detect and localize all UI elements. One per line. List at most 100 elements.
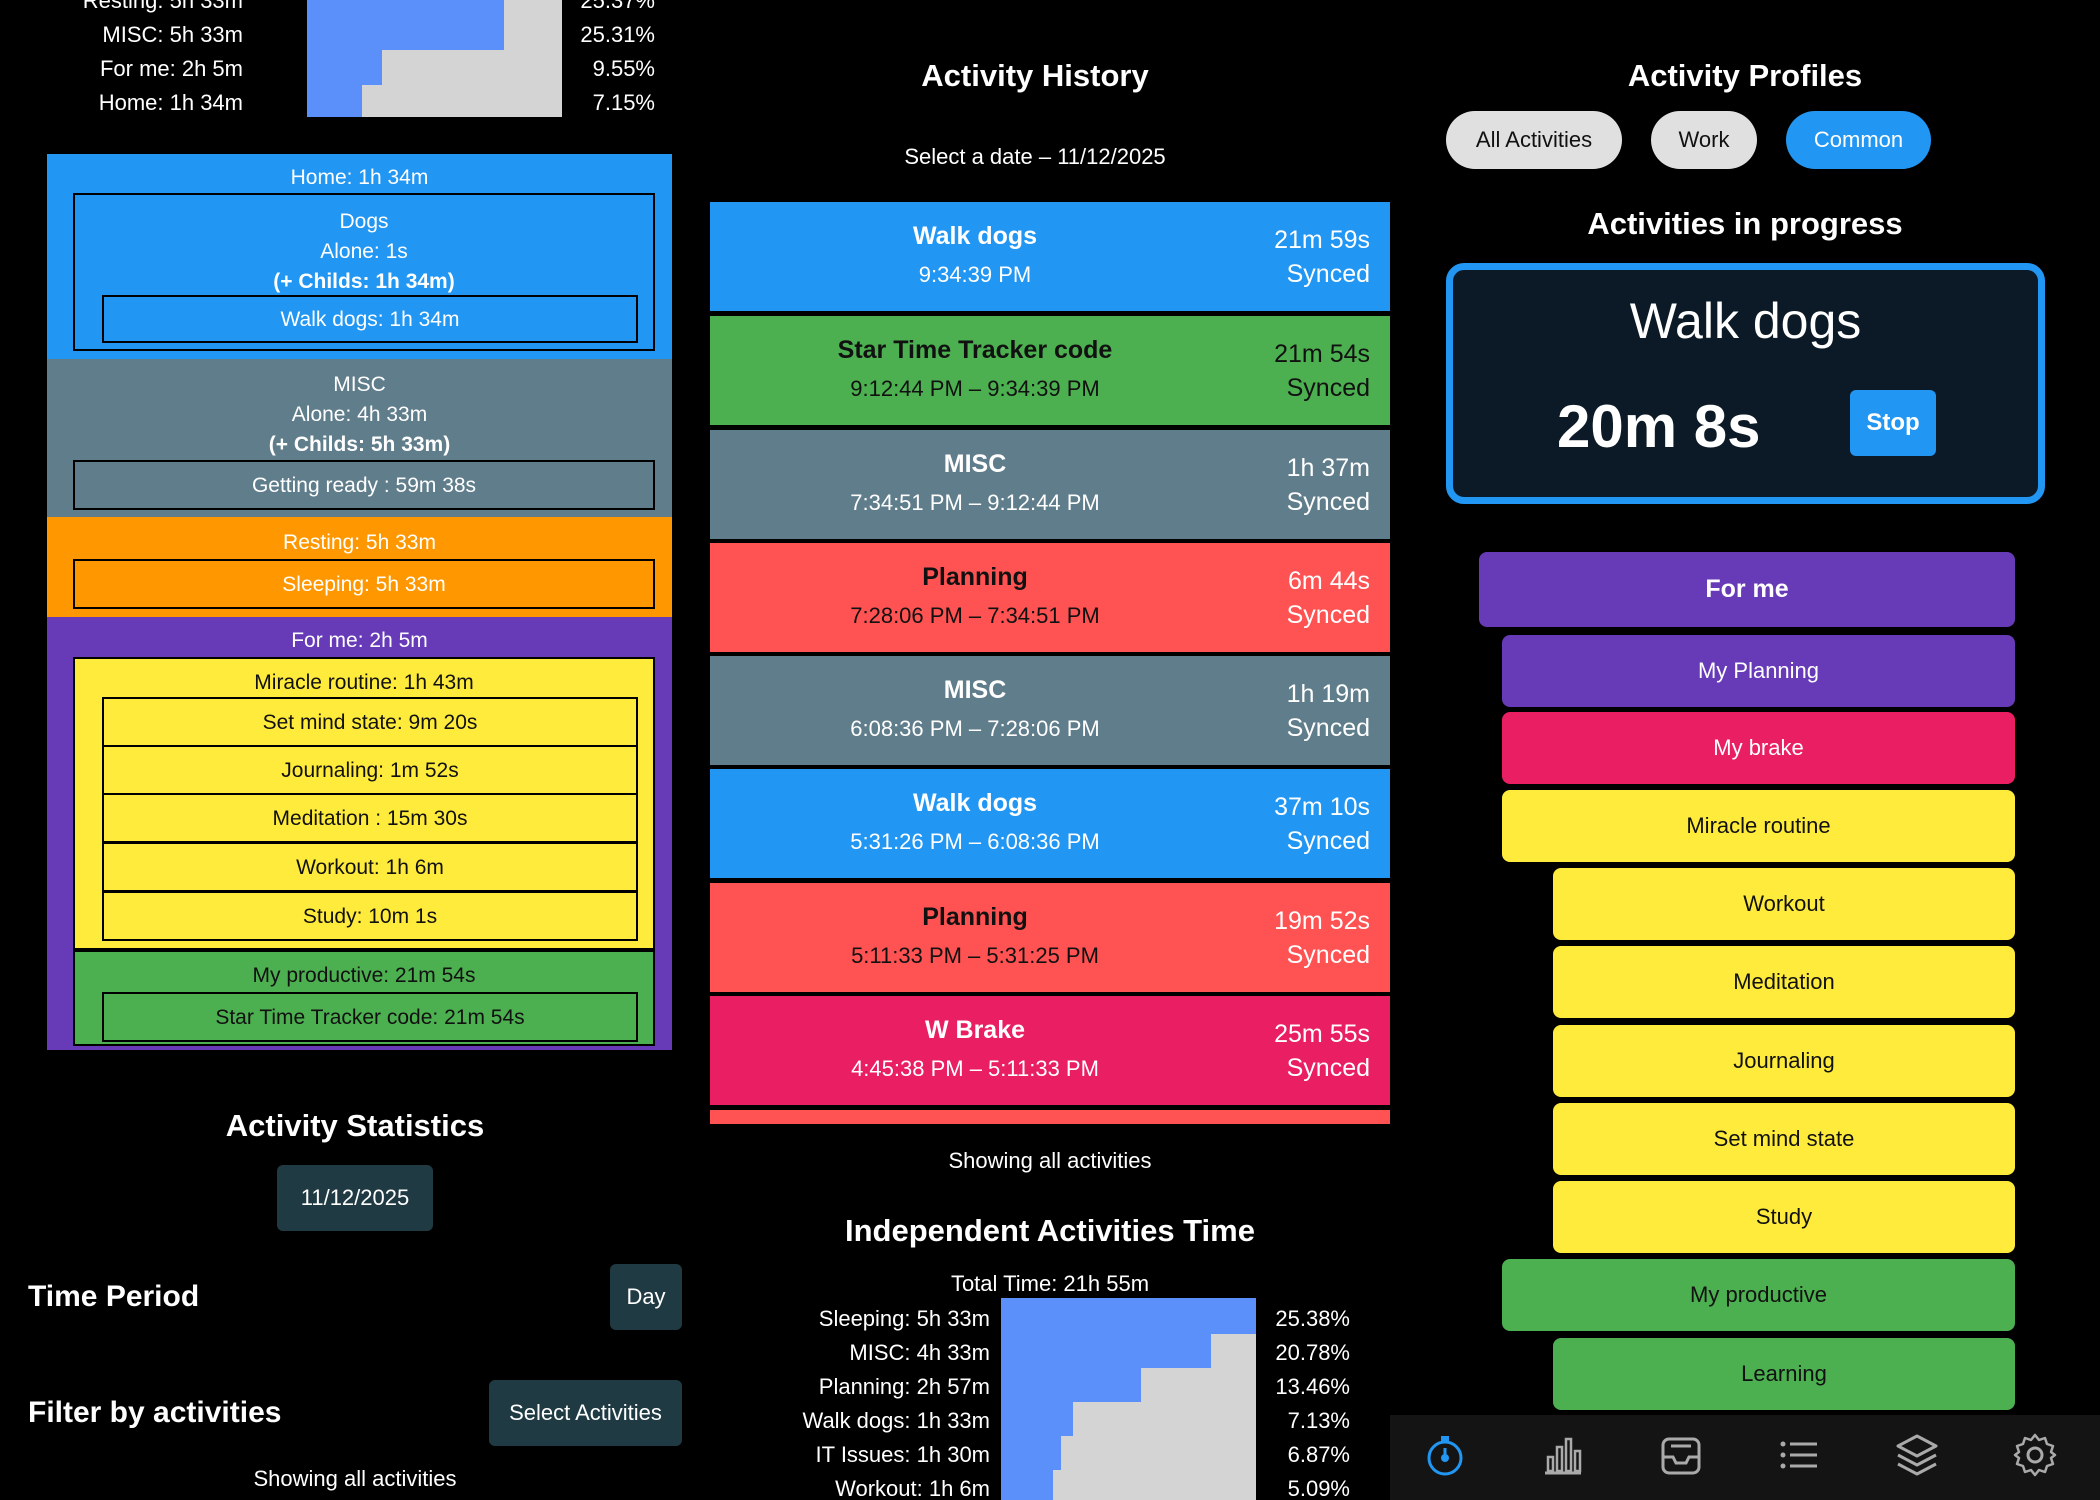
independent-stat-pct: 20.78% [1275,1340,1350,1365]
history-row[interactable]: Star Time Tracker code 9:12:44 PM – 9:34… [710,316,1390,428]
group-dogs-alone: Alone: 1s [320,240,408,263]
independent-stat-label: IT Issues: 1h 30m [815,1442,990,1467]
history-row[interactable]: MISC 7:34:51 PM – 9:12:44 PM 1h 37m Sync… [710,430,1390,542]
history-duration: 37m 10s [1274,793,1370,821]
history-time-range: 7:28:06 PM – 7:34:51 PM [850,603,1100,628]
group-forme[interactable]: For me: 2h 5m Miracle routine: 1h 43m Se… [47,617,672,1050]
history-sync-status: Synced [1286,488,1370,516]
independent-stat-pcts: 25.38% 20.78% 13.46% 7.13% 6.87% 5.09% [1270,1306,1350,1500]
independent-chart [1001,1298,1256,1500]
current-activity-card[interactable]: Walk dogs 20m 8s Stop [1446,263,2045,504]
activity-journaling[interactable]: Journaling [1553,1025,2015,1097]
group-home[interactable]: Home: 1h 34m Dogs Alone: 1s (+ Childs: 1… [47,154,672,359]
activity-workout[interactable]: Workout [1553,868,2015,940]
leaf-label: Journaling: 1m 52s [281,759,459,782]
bottom-nav [1390,1415,2100,1500]
leaf-label: Meditation : 15m 30s [272,807,468,830]
leaf-label: Workout: 1h 6m [296,856,444,879]
group-forme-title: For me: 2h 5m [291,629,428,652]
history-sync-status: Synced [1286,374,1370,402]
group-dogs[interactable]: Dogs Alone: 1s (+ Childs: 1h 34m) Walk d… [73,193,655,351]
history-duration: 19m 52s [1274,907,1370,935]
history-time-range: 7:34:51 PM – 9:12:44 PM [850,490,1100,515]
list-icon[interactable] [1771,1427,1827,1483]
profile-common[interactable]: Common [1786,111,1931,169]
activity-my-brake[interactable]: My brake [1502,712,2015,784]
leaf-meditation[interactable]: Meditation : 15m 30s [102,793,638,843]
select-activities-button[interactable]: Select Activities [489,1380,682,1446]
statistics-panel: Resting: 5h 33m 25.37% MISC: 5h 33m 25.3… [0,0,695,1500]
total-time: Total Time: 21h 55m [950,1271,1150,1296]
chart-step-5 [1053,1470,1256,1500]
history-activity-name: Planning [922,903,1028,931]
bar-chart-icon[interactable] [1535,1427,1591,1483]
history-time-range: 5:11:33 PM – 5:31:25 PM [851,943,1099,968]
leaf-star-time[interactable]: Star Time Tracker code: 21m 54s [102,992,638,1042]
timer-icon[interactable] [1417,1427,1473,1483]
leaf-getting-ready-label: Getting ready : 59m 38s [251,474,477,497]
history-activity-name: W Brake [924,1016,1026,1044]
time-period-button[interactable]: Day [610,1264,682,1330]
history-panel: Activity History Select a date – 11/12/2… [695,0,1390,1500]
group-resting[interactable]: Resting: 5h 33m Sleeping: 5h 33m [47,517,672,617]
date-picker-button[interactable]: 11/12/2025 [277,1165,433,1231]
top-stats-chart [307,0,562,117]
independent-title: Independent Activities Time [845,1213,1255,1248]
filter-status: Showing all activities [253,1466,457,1491]
chart-step-3 [362,85,562,117]
leaf-set-mind[interactable]: Set mind state: 9m 20s [102,697,638,747]
history-row[interactable]: Walk dogs 9:34:39 PM 21m 59s Synced [710,202,1390,314]
group-home-title: Home: 1h 34m [290,166,429,189]
history-row[interactable]: Planning 7:28:06 PM – 7:34:51 PM 6m 44s … [710,543,1390,655]
leaf-study[interactable]: Study: 10m 1s [102,891,638,941]
leaf-workout[interactable]: Workout: 1h 6m [102,842,638,892]
leaf-label: Set mind state: 9m 20s [262,711,478,734]
activity-my-productive[interactable]: My productive [1502,1259,2015,1331]
profile-work[interactable]: Work [1651,111,1757,169]
profiles-panel: Activity Profiles All Activities Work Co… [1390,0,2100,1500]
independent-stat-label: MISC: 4h 33m [849,1340,990,1365]
activity-miracle-routine[interactable]: Miracle routine [1502,790,2015,862]
history-row[interactable]: Walk dogs 5:31:26 PM – 6:08:36 PM 37m 10… [710,769,1390,881]
statistics-title: Activity Statistics [225,1108,485,1143]
activity-my-planning[interactable]: My Planning [1502,635,2015,707]
leaf-journaling[interactable]: Journaling: 1m 52s [102,745,638,795]
history-duration: 1h 19m [1286,680,1370,708]
group-miracle[interactable]: Miracle routine: 1h 43m Set mind state: … [73,657,655,950]
top-stat-label: Resting: 5h 33m [82,0,243,13]
independent-stat-pct: 6.87% [1287,1442,1350,1467]
group-misc[interactable]: MISC Alone: 4h 33m (+ Childs: 5h 33m) Ge… [47,359,672,517]
settings-icon[interactable] [2007,1427,2063,1483]
history-sync-status: Synced [1286,827,1370,855]
independent-stat-labels: Sleeping: 5h 33m MISC: 4h 33m Planning: … [695,1306,991,1500]
activity-set-mind-state[interactable]: Set mind state [1553,1103,2015,1175]
independent-stat-pct: 13.46% [1275,1374,1350,1399]
filter-label: Filter by activities [28,1396,282,1429]
history-row[interactable]: MISC 6:08:36 PM – 7:28:06 PM 1h 19m Sync… [710,656,1390,768]
layers-icon[interactable] [1889,1427,1945,1483]
history-sync-status: Synced [1286,1054,1370,1082]
inbox-icon[interactable] [1653,1427,1709,1483]
history-duration: 21m 59s [1274,226,1370,254]
activity-learning[interactable]: Learning [1553,1338,2015,1410]
group-productive[interactable]: My productive: 21m 54s Star Time Tracker… [73,950,655,1046]
leaf-sleeping[interactable]: Sleeping: 5h 33m [73,559,655,609]
history-sync-status: Synced [1286,260,1370,288]
activity-meditation[interactable]: Meditation [1553,946,2015,1018]
history-row-partial [710,1110,1390,1124]
independent-stat-label: Workout: 1h 6m [835,1476,990,1500]
history-date-selector[interactable]: Select a date – 11/12/2025 [695,144,1375,170]
leaf-getting-ready[interactable]: Getting ready : 59m 38s [73,460,655,510]
profiles-title: Activity Profiles [1627,58,1863,93]
history-showing-label: Showing all activities [948,1148,1152,1173]
activity-for-me[interactable]: For me [1479,552,2015,627]
leaf-label: Star Time Tracker code: 21m 54s [215,1006,525,1029]
leaf-walk-dogs-label: Walk dogs: 1h 34m [280,308,460,331]
history-row[interactable]: W Brake 4:45:38 PM – 5:11:33 PM 25m 55s … [710,996,1390,1108]
current-activity-name: Walk dogs [1629,293,1862,349]
leaf-walk-dogs[interactable]: Walk dogs: 1h 34m [102,295,638,343]
stop-button[interactable]: Stop [1850,390,1936,456]
profile-all-activities[interactable]: All Activities [1446,111,1622,169]
activity-study[interactable]: Study [1553,1181,2015,1253]
history-row[interactable]: Planning 5:11:33 PM – 5:31:25 PM 19m 52s… [710,883,1390,995]
